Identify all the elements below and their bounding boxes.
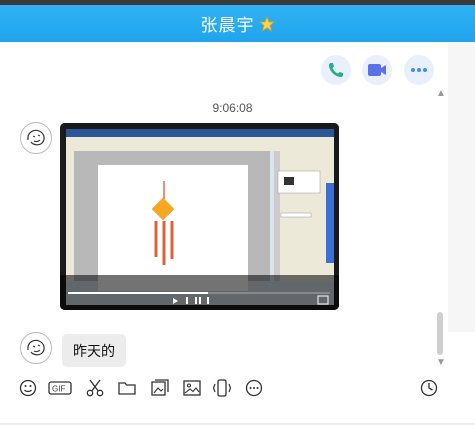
scroll-up-arrow[interactable]: ▲ (436, 88, 446, 99)
history-clock-icon[interactable] (419, 378, 439, 398)
avatar-sketch-icon (27, 339, 45, 356)
vip-star-icon (258, 15, 275, 32)
avatar[interactable] (20, 332, 52, 364)
shake-window-icon[interactable] (212, 378, 232, 398)
scroll-down-arrow[interactable]: ▼ (436, 357, 446, 368)
avatar-sketch-icon (27, 129, 45, 146)
emoji-icon[interactable] (18, 378, 38, 398)
screen-recording-preview (60, 123, 339, 310)
message-timestamp: 9:06:08 (212, 101, 253, 115)
avatar[interactable] (20, 122, 52, 154)
message-text: 昨天的 (73, 342, 115, 359)
video-message-thumbnail[interactable] (60, 123, 339, 310)
image-icon[interactable] (182, 378, 202, 398)
message-bubble[interactable]: 昨天的 (62, 334, 126, 367)
gif-icon[interactable]: GIF (48, 378, 72, 398)
title-bar: 张晨宇 (0, 5, 475, 42)
folder-icon[interactable] (117, 378, 137, 398)
contact-name: 张晨宇 (200, 16, 255, 35)
image-gallery-icon[interactable] (150, 378, 170, 398)
svg-text:GIF: GIF (52, 385, 65, 394)
chat-scrollbar-thumb[interactable] (437, 312, 443, 355)
chat-area: 9:06:08 昨天的 (0, 42, 448, 368)
scissors-icon[interactable] (85, 378, 105, 398)
more-circle-icon[interactable] (244, 378, 264, 398)
right-panel-edge (448, 42, 475, 332)
